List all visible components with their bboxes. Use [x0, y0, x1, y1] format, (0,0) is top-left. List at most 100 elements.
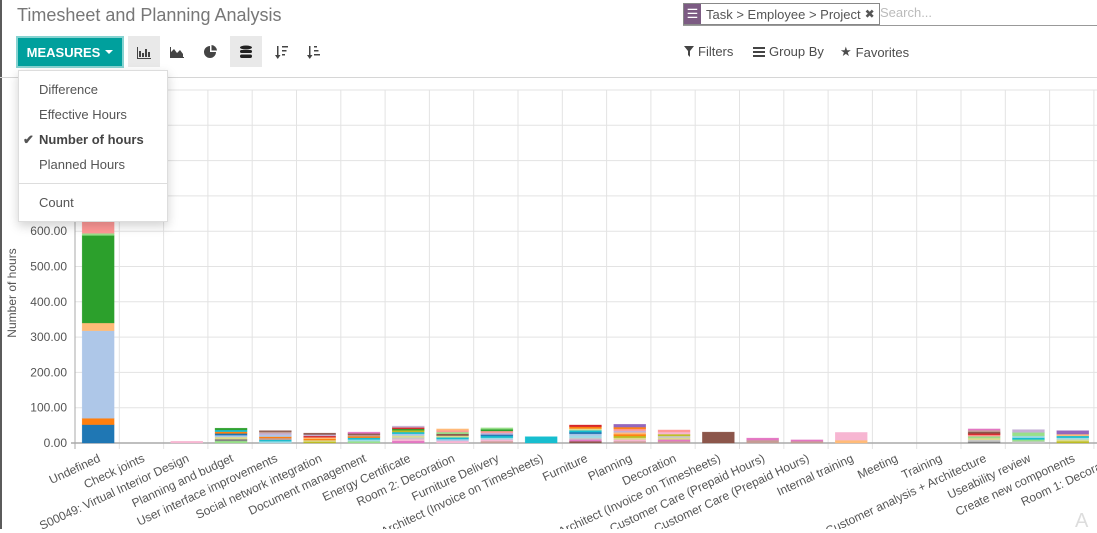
bar-segment [967, 431, 1001, 434]
bar-segment [347, 439, 381, 442]
bar-segment [613, 433, 646, 437]
measure-item-planned-hours[interactable]: Planned Hours [39, 157, 125, 172]
bar-segment [259, 434, 292, 437]
bar-segment [1056, 435, 1089, 438]
bar-segment [613, 440, 646, 444]
y-tick-label: 200.00 [30, 365, 67, 379]
bar-segment [480, 430, 514, 434]
filter-icon [684, 46, 694, 57]
menu-divider [19, 183, 167, 184]
groupby-button[interactable]: Group By [753, 44, 824, 59]
bar-segment [835, 432, 868, 441]
bar-segment [1012, 435, 1045, 438]
measure-label: Count [39, 195, 74, 210]
bar-segment [480, 432, 514, 435]
bar-segment [436, 440, 469, 444]
bar-segment [436, 437, 469, 440]
bar-segment [967, 439, 1001, 442]
x-tick-label: Meeting [855, 451, 900, 482]
y-tick-label: 500.00 [30, 260, 67, 274]
bar-segment [613, 435, 646, 438]
measure-label: Effective Hours [39, 107, 127, 122]
bar-segment [214, 438, 248, 442]
bar-segment [259, 430, 292, 432]
bar-segment [392, 433, 425, 436]
bar-segment [303, 432, 336, 435]
filters-button[interactable]: Filters [684, 44, 733, 59]
bar-segment [613, 439, 646, 442]
bar-segment [657, 429, 691, 433]
measure-item-number-of-hours[interactable]: ✔ Number of hours [23, 132, 144, 147]
groupby-facet[interactable]: ☰ Task > Employee > Project ✖ [683, 3, 880, 25]
measures-label: MEASURES [26, 44, 101, 60]
bar-segment [967, 437, 1001, 441]
favorites-button[interactable]: ★ Favorites [840, 44, 909, 60]
area-chart-icon [170, 46, 184, 58]
database-icon [240, 45, 252, 58]
bar-segment [347, 431, 381, 434]
close-icon[interactable]: ✖ [865, 7, 875, 21]
bar-segment [436, 428, 469, 431]
bar-segment [480, 435, 514, 438]
bar-segment [613, 430, 646, 433]
bar-segment [569, 433, 602, 436]
bar-segment [214, 433, 248, 436]
bar-segment [436, 435, 469, 438]
bar-segment [702, 431, 735, 444]
bar-segment [657, 440, 691, 444]
bar-segment [569, 435, 602, 438]
bar-segment [524, 436, 558, 444]
bar-segment [790, 440, 824, 444]
x-tick-label: Furniture [540, 451, 590, 484]
bar-segment [967, 436, 1001, 439]
bar-segment [214, 431, 248, 434]
bar-segment [480, 427, 514, 430]
bar-chart-button[interactable] [128, 36, 160, 67]
bar-segment [480, 428, 514, 432]
bar-segment [81, 235, 115, 324]
bar-segment [1056, 439, 1089, 442]
page-title: Timesheet and Planning Analysis [17, 5, 282, 25]
bar-segment [392, 431, 425, 435]
measure-label: Number of hours [39, 132, 144, 147]
bar-segment [1012, 432, 1045, 437]
bar-segment [81, 424, 115, 444]
bar-segment [214, 434, 248, 438]
bar-segment [613, 432, 646, 435]
check-icon: ✔ [23, 132, 34, 147]
measure-item-count[interactable]: Count [39, 195, 74, 210]
line-chart-button[interactable] [161, 36, 193, 67]
y-tick-label: 400.00 [30, 295, 67, 309]
bar-segment [436, 430, 469, 433]
measure-label: Difference [39, 82, 99, 97]
bar-segment [613, 437, 646, 440]
bar-segment [613, 426, 646, 430]
measure-label: Planned Hours [39, 157, 125, 172]
list-icon: ☰ [684, 4, 701, 24]
bar-segment [967, 428, 1001, 431]
measures-dropdown: Difference Effective Hours ✔ Number of ho… [18, 70, 168, 222]
search-input[interactable] [880, 5, 1080, 20]
bar-segment [392, 435, 425, 438]
sort-ascending-button[interactable] [298, 36, 330, 67]
bar-segment [214, 427, 248, 431]
sort-descending-button[interactable] [266, 36, 298, 67]
bar-segment [81, 330, 115, 419]
bar-segment [392, 437, 425, 440]
bar-segment [480, 439, 514, 442]
bar-segment [81, 418, 115, 425]
bar-segment [613, 424, 646, 428]
bar-segment [746, 439, 779, 444]
stacked-button[interactable] [230, 36, 262, 67]
bar-segment [657, 433, 691, 437]
bar-segment [1012, 437, 1045, 440]
measure-item-difference[interactable]: Difference [39, 82, 98, 97]
measure-item-effective-hours[interactable]: Effective Hours [39, 107, 127, 122]
bar-segment [746, 437, 779, 441]
bar-segment [392, 438, 425, 442]
pie-chart-button[interactable] [194, 36, 226, 67]
bar-segment [1056, 437, 1089, 440]
measures-button[interactable]: MEASURES [16, 36, 124, 68]
bar-segment [657, 439, 691, 442]
groupby-label: Group By [769, 44, 824, 59]
